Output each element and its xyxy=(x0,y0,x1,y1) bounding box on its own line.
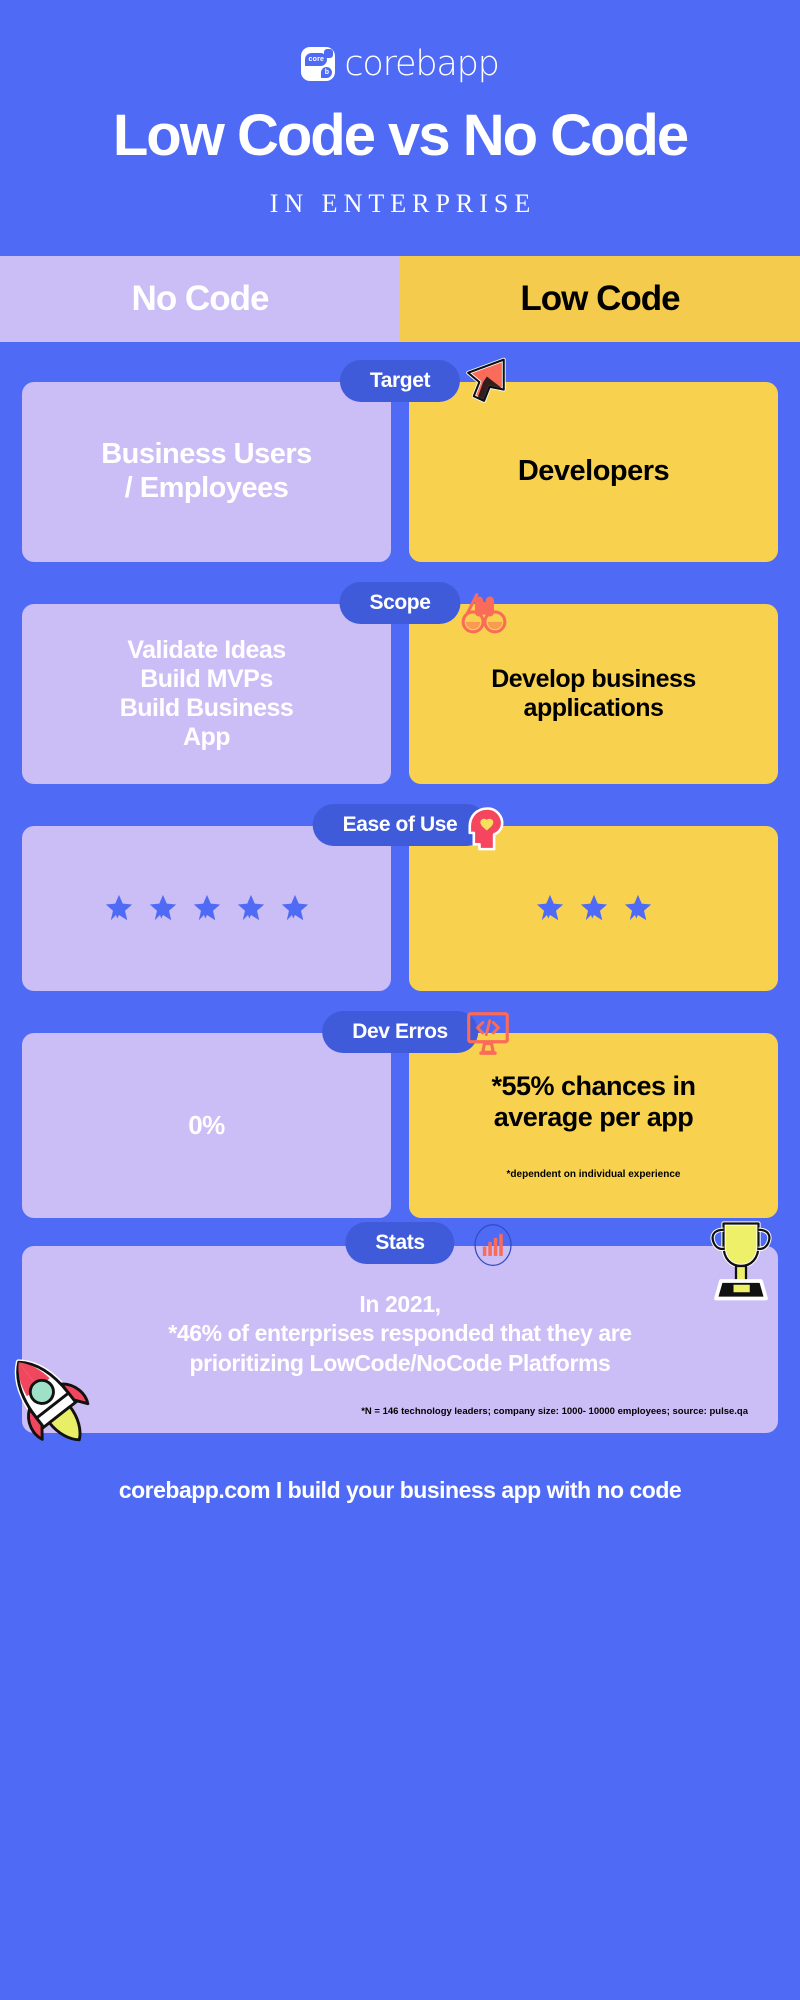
row-badge-dev-erros: Dev Erros xyxy=(322,1010,478,1053)
brand-wordmark: corebapp xyxy=(344,44,500,84)
card-low-code-dev-erros-text: *55% chances in average per app xyxy=(491,1070,696,1132)
row-cards-target: Business Users / Employees Developers xyxy=(0,381,800,562)
card-no-code-scope: Validate Ideas Build MVPs Build Business Ap… xyxy=(22,603,391,784)
card-low-code-target: Developers xyxy=(409,381,778,562)
star-icon xyxy=(193,895,220,921)
comparison-row-dev-erros: Dev Erros 0% *55% chances in average per … xyxy=(0,1010,800,1218)
star-icon xyxy=(536,895,563,921)
star-icon xyxy=(281,895,308,921)
row-badge-scope: Scope xyxy=(339,581,461,624)
corebapp-logo-icon: core b xyxy=(301,47,336,81)
row-cards-scope: Validate Ideas Build MVPs Build Business Ap… xyxy=(0,603,800,784)
brand-logo[interactable]: core b corebapp xyxy=(0,44,800,84)
card-low-code-ease xyxy=(409,825,778,991)
infographic-page: core b corebapp Low Code vs No Code IN E… xyxy=(0,0,800,2000)
logo-core-label: core xyxy=(305,53,328,66)
card-no-code-ease xyxy=(22,825,391,991)
star-rating-no-code xyxy=(104,893,310,923)
card-low-code-dev-erros: *55% chances in average per app *dependen… xyxy=(409,1032,778,1218)
comparison-row-target: Target Business Users / Employees Develop… xyxy=(0,357,800,562)
row-badge-ease-of-use: Ease of Use xyxy=(312,803,488,846)
card-low-code-scope-text: Develop business applications xyxy=(491,664,696,722)
column-header-no-code: No Code xyxy=(0,255,400,342)
row-cards-ease-of-use xyxy=(0,825,800,991)
stats-source-note: *N = 146 technology leaders; company siz… xyxy=(361,1406,748,1418)
column-header-band: No Code Low Code xyxy=(0,255,800,342)
card-no-code-dev-erros: 0% xyxy=(22,1032,391,1218)
star-icon xyxy=(149,895,176,921)
card-low-code-target-text: Developers xyxy=(517,455,670,488)
column-header-low-code-label: Low Code xyxy=(520,278,680,318)
card-no-code-target: Business Users / Employees xyxy=(22,381,391,562)
column-header-no-code-label: No Code xyxy=(131,278,270,318)
row-badge-stats: Stats xyxy=(345,1221,455,1264)
card-no-code-target-text: Business Users / Employees xyxy=(101,438,312,504)
stats-line-1: In 2021, xyxy=(359,1290,441,1317)
page-title: Low Code vs No Code xyxy=(112,103,689,168)
star-icon xyxy=(624,895,651,921)
star-icon xyxy=(237,895,264,921)
header-section: core b corebapp Low Code vs No Code IN E… xyxy=(0,0,800,219)
card-no-code-scope-text: Validate Ideas Build MVPs Build Business Ap… xyxy=(119,635,294,751)
logo-b-label: b xyxy=(321,67,333,78)
card-low-code-dev-erros-note: *dependent on individual experience xyxy=(506,1169,681,1181)
row-badge-target: Target xyxy=(339,359,461,402)
footer-tagline[interactable]: corebapp.com I build your business app w… xyxy=(0,1477,800,1504)
stats-line-3: prioritizing LowCode/NoCode Platforms xyxy=(189,1349,611,1376)
stats-line-2: *46% of enterprises responded that they … xyxy=(168,1320,632,1347)
stats-card: In 2021, *46% of enterprises responded t… xyxy=(22,1245,778,1434)
page-subtitle: IN ENTERPRISE xyxy=(269,188,537,218)
row-cards-dev-erros: 0% *55% chances in average per app *depen… xyxy=(0,1032,800,1218)
card-no-code-dev-erros-text: 0% xyxy=(188,1110,225,1141)
card-low-code-scope: Develop business applications xyxy=(409,603,778,784)
comparison-row-scope: Scope Validate Ideas Build MVPs Build Busi… xyxy=(0,581,800,784)
stats-section: Stats In 2021, *46% of enterprises respo… xyxy=(0,1221,800,1442)
column-header-low-code: Low Code xyxy=(400,255,800,342)
star-icon xyxy=(580,895,607,921)
star-icon xyxy=(105,895,132,921)
star-rating-low-code xyxy=(535,893,653,923)
comparison-row-ease-of-use: Ease of Use xyxy=(0,803,800,991)
